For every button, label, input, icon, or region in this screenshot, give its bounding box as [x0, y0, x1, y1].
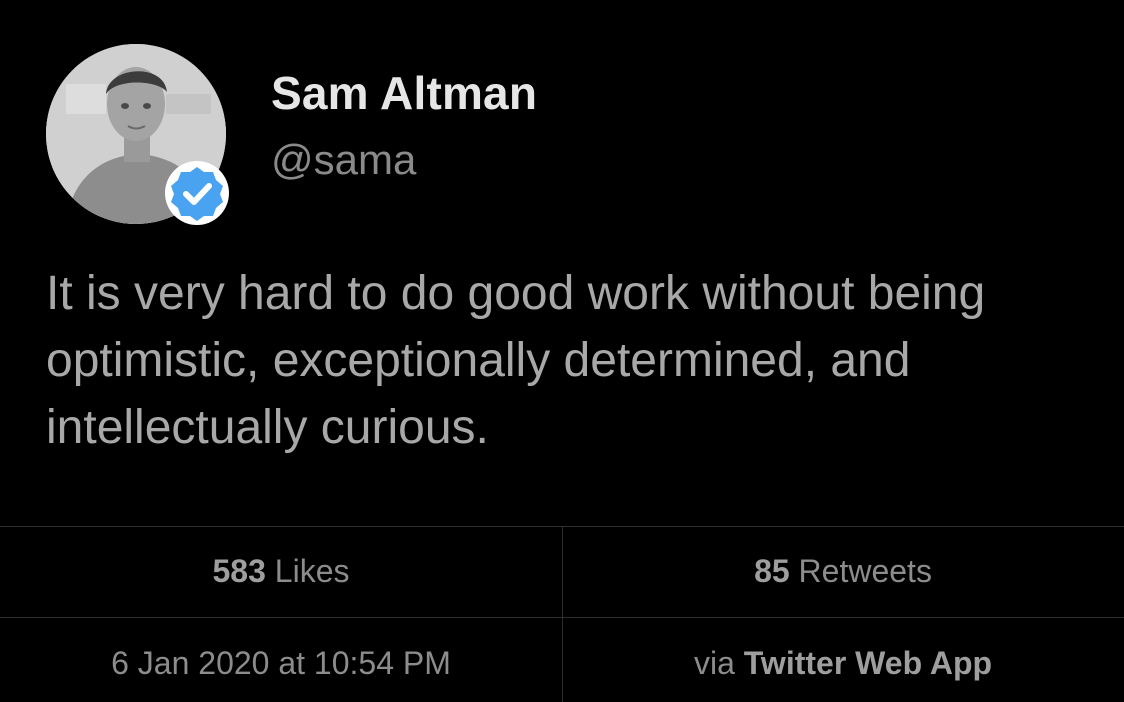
retweets-stat[interactable]: 85 Retweets [562, 553, 1124, 590]
stats-bottom-divider [0, 617, 1124, 618]
tweet-timestamp[interactable]: 6 Jan 2020 at 10:54 PM [0, 645, 562, 682]
verified-badge [164, 160, 230, 226]
verified-check-icon [165, 161, 229, 225]
author-display-name[interactable]: Sam Altman [271, 66, 537, 120]
via-prefix: via [693, 645, 735, 681]
tweet-text: It is very hard to do good work without … [46, 267, 986, 454]
likes-count: 583 [212, 553, 266, 589]
author-avatar-container[interactable] [46, 44, 229, 225]
retweets-count: 85 [754, 553, 790, 589]
author-handle[interactable]: @sama [271, 136, 416, 184]
retweets-label: Retweets [798, 553, 932, 589]
source-app-name: Twitter Web App [743, 645, 993, 681]
likes-stat[interactable]: 583 Likes [0, 553, 562, 590]
likes-label: Likes [274, 553, 350, 589]
tweet-source[interactable]: via Twitter Web App [562, 645, 1124, 682]
timestamp-text: 6 Jan 2020 at 10:54 PM [111, 645, 451, 681]
